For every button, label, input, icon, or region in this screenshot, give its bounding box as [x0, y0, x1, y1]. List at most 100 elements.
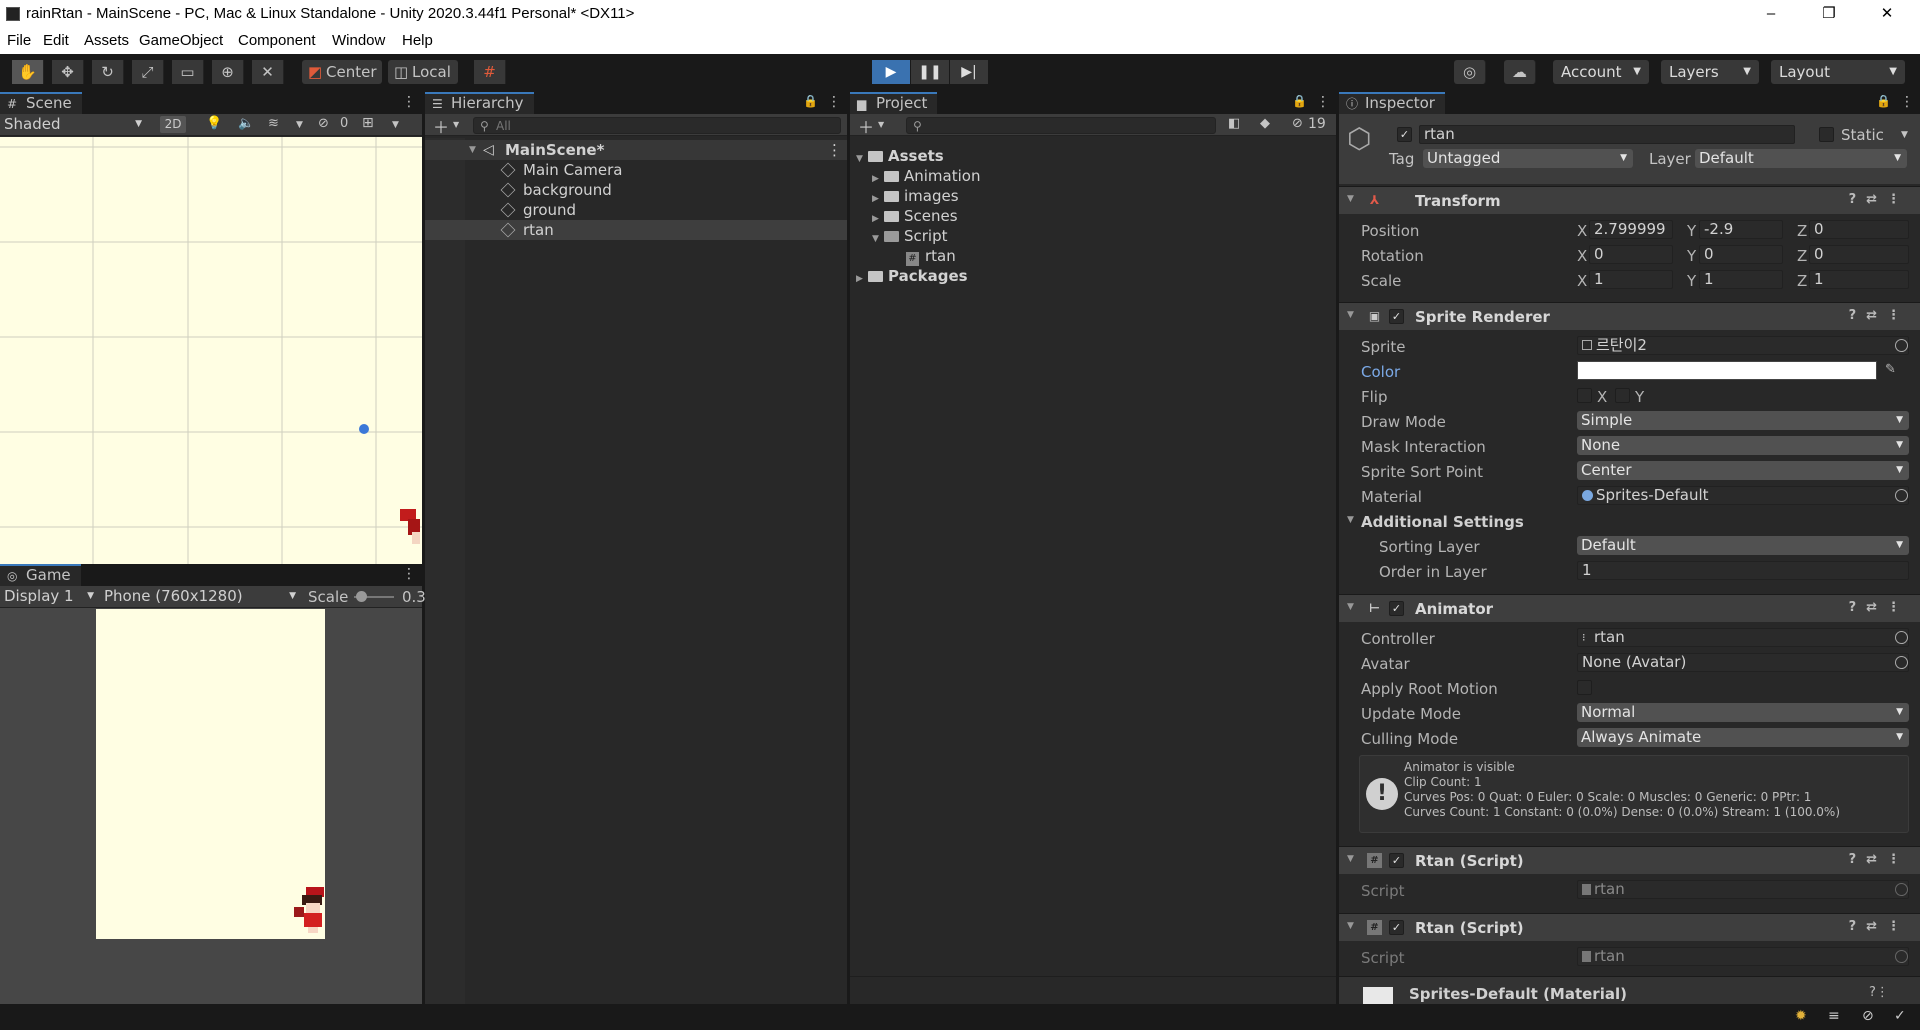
additional-settings-row[interactable]: ▼ Additional Settings	[1339, 511, 1920, 531]
move-tool-icon[interactable]: ✥	[52, 60, 84, 84]
project-search-input[interactable]: ⚲	[906, 117, 1216, 134]
sprite-field[interactable]: 르탄이2	[1577, 336, 1909, 355]
draw-mode-dropdown[interactable]: Simple ▼	[1577, 411, 1909, 430]
rect-tool-icon[interactable]: ▭	[172, 60, 204, 84]
expand-arrow-icon[interactable]: ▼	[1347, 921, 1354, 931]
scale-x-field[interactable]: 1	[1589, 270, 1673, 289]
hand-tool-icon[interactable]: ✋	[12, 60, 44, 84]
script-component-header[interactable]: ▼ # ✓ Rtan (Script) ?⇄⋮	[1339, 846, 1920, 874]
component-header-icons[interactable]: ?⇄⋮	[1849, 919, 1910, 934]
root-motion-checkbox[interactable]	[1577, 680, 1592, 695]
hidden-packages-icon[interactable]: ⊘	[1292, 116, 1303, 131]
scene-viewport[interactable]	[0, 137, 422, 564]
component-header-icons[interactable]: ?⇄⋮	[1849, 852, 1910, 867]
scale-slider-handle[interactable]	[356, 591, 367, 602]
lock-icon[interactable]: 🔒	[1292, 94, 1307, 108]
minimize-button[interactable]: –	[1742, 0, 1800, 28]
component-enabled-checkbox[interactable]: ✓	[1389, 601, 1404, 616]
chevron-down-icon[interactable]: ▼	[296, 120, 303, 130]
list-item[interactable]: ground	[425, 200, 847, 220]
list-item[interactable]: Main Camera	[425, 160, 847, 180]
mask-dropdown[interactable]: None ▼	[1577, 436, 1909, 455]
expand-arrow-icon[interactable]: ▼	[1347, 310, 1354, 320]
audio-icon[interactable]: 🔈	[238, 116, 254, 131]
filter-label-icon[interactable]: ◆	[1260, 116, 1270, 131]
pivot-local-toggle[interactable]: ◫ Local	[388, 60, 458, 84]
component-enabled-checkbox[interactable]: ✓	[1389, 920, 1404, 935]
rotation-y-field[interactable]: 0	[1699, 245, 1783, 264]
rotate-tool-icon[interactable]: ↻	[92, 60, 124, 84]
pivot-center-toggle[interactable]: ◩ Center	[302, 60, 382, 84]
snap-grid-icon[interactable]: #	[474, 60, 506, 84]
material-preview-header[interactable]: Sprites-Default (Material) ?⋮	[1339, 976, 1920, 1004]
tree-item-rtan-script[interactable]: # rtan	[906, 246, 956, 266]
eyedropper-icon[interactable]: ✎	[1885, 362, 1896, 377]
kebab-menu-icon[interactable]: ⋮	[827, 94, 841, 110]
maximize-button[interactable]: ❐	[1800, 0, 1858, 28]
component-header-icons[interactable]: ?⋮	[1869, 985, 1889, 1000]
sort-point-dropdown[interactable]: Center ▼	[1577, 461, 1909, 480]
tab-project[interactable]: ▆ Project	[850, 92, 938, 114]
kebab-menu-icon[interactable]: ⋮	[1900, 94, 1914, 110]
rotation-z-field[interactable]: 0	[1809, 245, 1909, 264]
rotation-x-field[interactable]: 0	[1589, 245, 1673, 264]
kebab-menu-icon[interactable]: ⋮	[402, 566, 416, 582]
game-viewport[interactable]	[0, 609, 422, 1004]
lock-icon[interactable]: 🔒	[803, 94, 818, 108]
custom-tool-icon[interactable]: ✕	[252, 60, 284, 84]
expand-arrow-icon[interactable]: ▼	[1347, 194, 1354, 204]
menu-help[interactable]: Help	[402, 32, 433, 49]
expand-arrow-icon[interactable]: ▼	[1347, 602, 1354, 612]
visibility-icon[interactable]: ⊘	[318, 116, 329, 131]
object-name-field[interactable]: rtan	[1419, 125, 1795, 144]
tree-item-assets[interactable]: ▼ Assets	[856, 146, 944, 166]
avatar-field[interactable]: None (Avatar)	[1577, 653, 1909, 672]
expand-arrow-icon[interactable]: ▼	[1347, 515, 1354, 525]
static-checkbox[interactable]	[1819, 127, 1834, 142]
collab-icon[interactable]: ◎	[1454, 60, 1486, 84]
transform-header[interactable]: ▼ ⅄ Transform ?⇄⋮	[1339, 186, 1920, 214]
expand-arrow-icon[interactable]: ▼	[1347, 854, 1354, 864]
controller-field[interactable]: ⁝ rtan	[1577, 628, 1909, 647]
component-header-icons[interactable]: ?⇄⋮	[1849, 192, 1910, 207]
shading-dropdown[interactable]: Shaded ▼	[4, 115, 146, 134]
component-enabled-checkbox[interactable]: ✓	[1389, 853, 1404, 868]
expand-arrow-icon[interactable]: ▼	[872, 229, 884, 249]
tree-item-images[interactable]: ▶ images	[872, 186, 959, 206]
script-component-header[interactable]: ▼ # ✓ Rtan (Script) ?⇄⋮	[1339, 913, 1920, 941]
color-swatch[interactable]	[1577, 361, 1877, 380]
resolution-dropdown[interactable]: Phone (760x1280) ▼	[104, 587, 296, 605]
sprite-renderer-header[interactable]: ▼ ▣ ✓ Sprite Renderer ?⇄⋮	[1339, 302, 1920, 330]
layers-dropdown[interactable]: Layers ▼	[1661, 60, 1759, 84]
tab-game[interactable]: ◎ Game	[0, 564, 81, 586]
tab-scene[interactable]: # Scene	[0, 92, 82, 114]
lock-icon[interactable]: 🔒	[1876, 94, 1891, 108]
kebab-menu-icon[interactable]: ⋮	[827, 140, 842, 160]
play-button[interactable]: ▶	[872, 60, 910, 84]
tab-inspector[interactable]: ⓘ Inspector	[1339, 92, 1445, 114]
position-x-field[interactable]: 2.799999	[1589, 220, 1673, 239]
tag-dropdown[interactable]: Untagged ▼	[1423, 149, 1633, 168]
add-icon[interactable]: ＋	[858, 114, 874, 138]
material-field[interactable]: Sprites-Default	[1577, 486, 1909, 505]
collapse-arrow-icon[interactable]: ▶	[856, 269, 868, 289]
object-picker-icon[interactable]	[1895, 339, 1908, 352]
expand-arrow-icon[interactable]: ▼	[469, 140, 476, 160]
grid-toggle-icon[interactable]: ⊞	[362, 115, 374, 131]
menu-component[interactable]: Component	[238, 32, 316, 49]
effects-icon[interactable]: ≋	[268, 116, 279, 131]
list-item[interactable]: background	[425, 180, 847, 200]
tree-item-packages[interactable]: ▶ Packages	[856, 266, 968, 286]
layer-dropdown[interactable]: Default ▼	[1695, 149, 1907, 168]
scale-y-field[interactable]: 1	[1699, 270, 1783, 289]
hierarchy-search-input[interactable]: ⚲ All	[473, 117, 841, 134]
pause-button[interactable]: ❚❚	[911, 60, 949, 84]
add-icon[interactable]: ＋	[433, 114, 449, 138]
position-y-field[interactable]: -2.9	[1699, 220, 1783, 239]
chevron-down-icon[interactable]: ▼	[453, 120, 459, 129]
tree-item-script[interactable]: ▼ Script	[872, 226, 948, 246]
tree-item-animation[interactable]: ▶ Animation	[872, 166, 980, 186]
component-header-icons[interactable]: ?⇄⋮	[1849, 308, 1910, 323]
layout-dropdown[interactable]: Layout ▼	[1771, 60, 1905, 84]
transform-tool-icon[interactable]: ⊕	[212, 60, 244, 84]
